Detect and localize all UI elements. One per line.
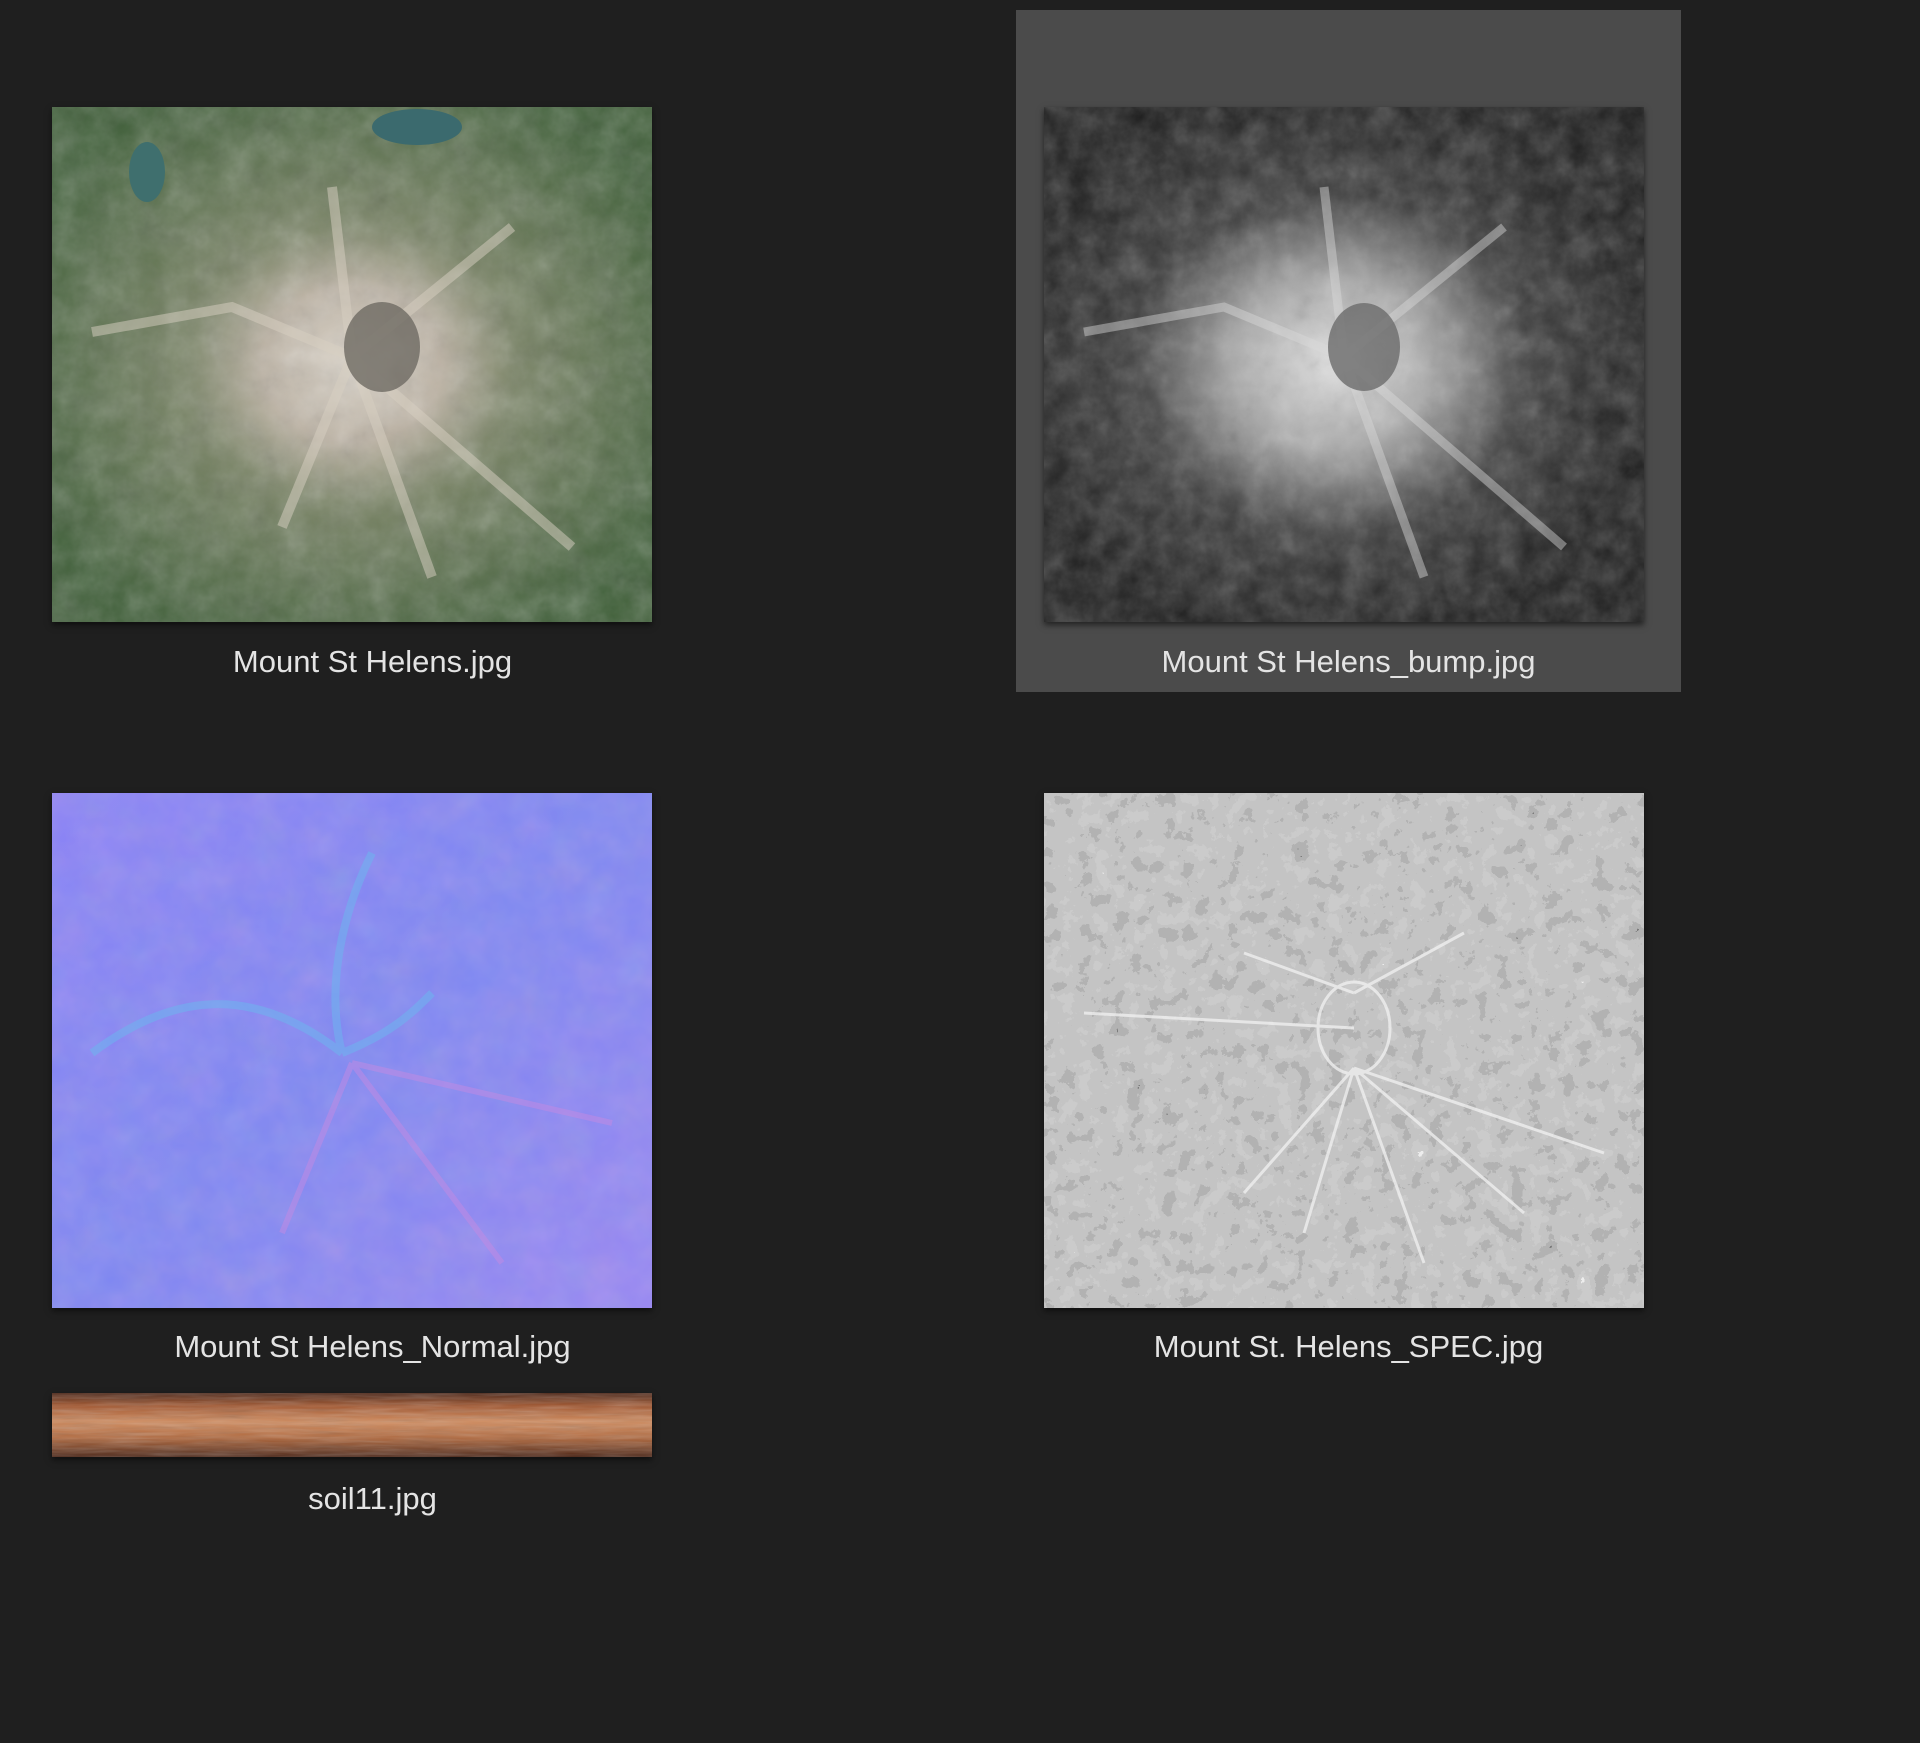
file-tile[interactable]: soil11.jpg: [40, 1383, 705, 1523]
file-name: Mount St Helens.jpg: [232, 644, 513, 679]
file-name: Mount St Helens_Normal.jpg: [174, 1329, 571, 1364]
specular-map-thumbnail[interactable]: [1044, 793, 1644, 1308]
file-name: Mount St. Helens_SPEC.jpg: [1153, 1329, 1544, 1364]
normal-map-thumbnail[interactable]: [52, 793, 652, 1308]
file-name: Mount St Helens_bump.jpg: [1161, 644, 1536, 679]
satellite-color-thumbnail[interactable]: [52, 107, 652, 622]
soil-texture-thumbnail[interactable]: [52, 1393, 652, 1457]
file-tile[interactable]: Mount St Helens.jpg: [40, 10, 705, 692]
file-tile-selected[interactable]: Mount St Helens_bump.jpg: [1016, 10, 1681, 692]
file-name: soil11.jpg: [308, 1481, 437, 1516]
grayscale-bump-thumbnail[interactable]: [1044, 107, 1644, 622]
file-tile[interactable]: Mount St. Helens_SPEC.jpg: [1016, 695, 1681, 1377]
file-tile[interactable]: Mount St Helens_Normal.jpg: [40, 695, 705, 1377]
